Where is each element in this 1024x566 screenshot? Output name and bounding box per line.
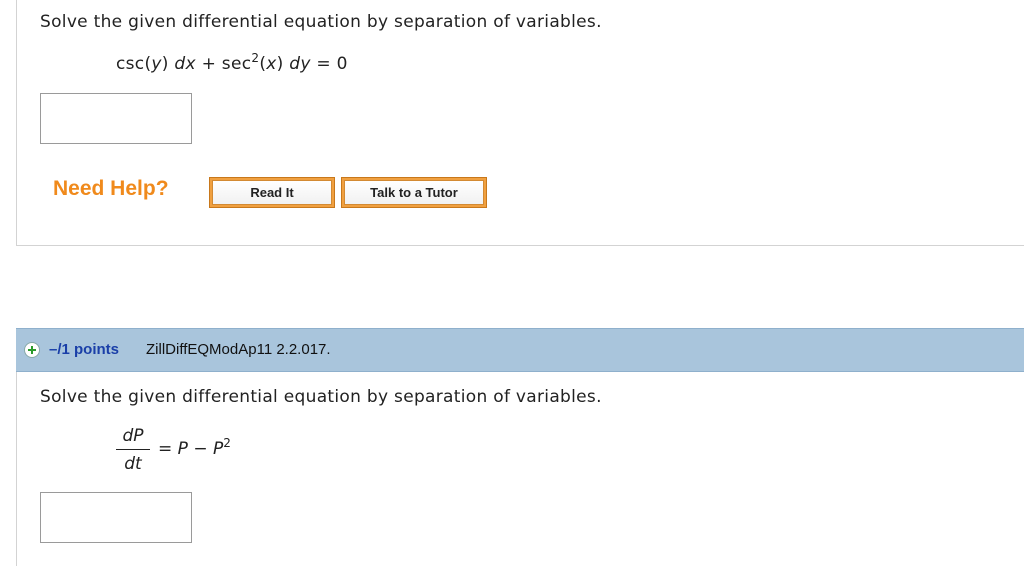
- question-2-header: –/1 points ZillDiffEQModAp11 2.2.017.: [16, 328, 1024, 372]
- question-2-equation-rhs: = P − P2: [158, 436, 231, 459]
- question-2-fraction: dP dt: [116, 426, 150, 474]
- question-2-answer-input[interactable]: [40, 492, 192, 543]
- read-it-button-label: Read It: [212, 180, 332, 205]
- fraction-denominator: dt: [124, 454, 142, 474]
- need-help-label: Need Help?: [53, 177, 169, 200]
- question-id: ZillDiffEQModAp11 2.2.017.: [146, 341, 331, 358]
- fraction-numerator: dP: [122, 426, 144, 446]
- question-1-prompt: Solve the given differential equation by…: [40, 12, 602, 32]
- question-1-equation: csc(y) dx + sec2(x) dy = 0: [116, 51, 348, 74]
- read-it-button[interactable]: Read It: [209, 177, 335, 208]
- talk-to-tutor-button-label: Talk to a Tutor: [344, 180, 484, 205]
- expand-plus-icon[interactable]: [24, 342, 40, 358]
- question-1-answer-input[interactable]: [40, 93, 192, 144]
- question-2-prompt: Solve the given differential equation by…: [40, 387, 602, 407]
- talk-to-tutor-button[interactable]: Talk to a Tutor: [341, 177, 487, 208]
- fraction-bar: [116, 449, 150, 450]
- points-label: –/1 points: [49, 341, 120, 358]
